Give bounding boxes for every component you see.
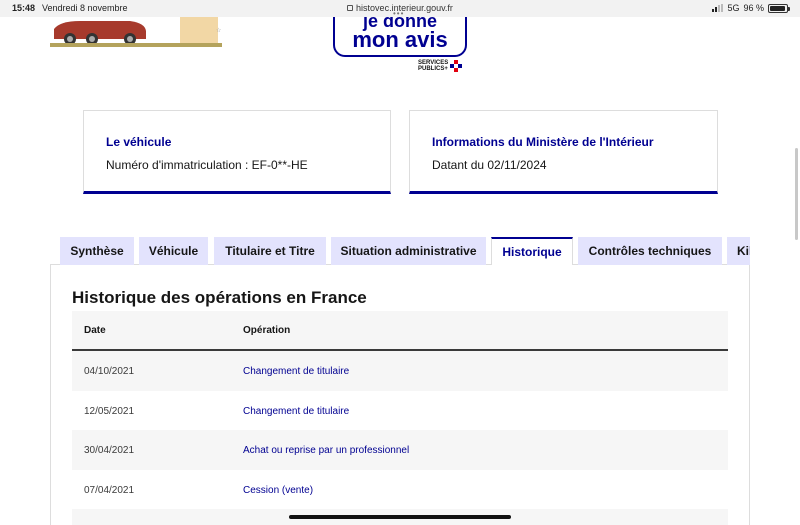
ministry-card: Informations du Ministère de l'Intérieur… bbox=[409, 110, 718, 194]
svg-text:☆: ☆ bbox=[216, 27, 221, 34]
table-row: 30/04/2021 Achat ou reprise par un profe… bbox=[72, 430, 728, 470]
row-operation-link[interactable]: Changement de titulaire bbox=[243, 406, 349, 417]
tab-situation[interactable]: Situation administrative bbox=[331, 237, 486, 265]
vehicle-card: Le véhicule Numéro d'immatriculation : E… bbox=[83, 110, 391, 194]
row-operation-link[interactable]: Achat ou reprise par un professionnel bbox=[243, 445, 409, 456]
give-feedback-button[interactable]: je donne mon avis bbox=[333, 17, 467, 57]
tab-controles[interactable]: Contrôles techniques bbox=[578, 237, 722, 265]
row-date: 30/04/2021 bbox=[84, 445, 135, 456]
feedback-button-label: mon avis bbox=[352, 27, 448, 52]
column-header-operation: Opération bbox=[243, 325, 291, 336]
vehicle-card-title: Le véhicule bbox=[106, 135, 172, 149]
address-url: histovec.interieur.gouv.fr bbox=[356, 3, 453, 13]
table-row: 04/10/2021 Changement de titulaire bbox=[72, 351, 728, 391]
plus-logo-icon bbox=[450, 60, 463, 72]
services-publics-logo: SERVICES PUBLICS+ bbox=[418, 60, 463, 72]
table-row: 12/05/2021 Changement de titulaire bbox=[72, 390, 728, 430]
row-date: 04/10/2021 bbox=[84, 366, 135, 377]
network-label: 5G bbox=[727, 3, 740, 13]
row-operation-link[interactable]: Cession (vente) bbox=[243, 485, 313, 496]
battery-icon bbox=[768, 3, 790, 13]
history-table: Date Opération 04/10/2021 Changement de … bbox=[72, 311, 728, 525]
row-operation-link[interactable]: Changement de titulaire bbox=[243, 366, 349, 377]
tab-vehicule[interactable]: Véhicule bbox=[139, 237, 208, 265]
row-date: 07/04/2021 bbox=[84, 484, 135, 496]
ministry-card-title: Informations du Ministère de l'Intérieur bbox=[432, 135, 654, 149]
car-illustration: ☆ bbox=[50, 17, 222, 47]
battery-percent: 96 % bbox=[743, 3, 764, 13]
row-date: 12/05/2021 bbox=[84, 405, 135, 417]
data-date: Datant du 02/11/2024 bbox=[432, 158, 547, 172]
home-indicator[interactable] bbox=[289, 515, 511, 519]
section-title: Historique des opérations en France bbox=[72, 288, 367, 307]
tab-synthese[interactable]: Synthèse bbox=[60, 237, 134, 265]
signal-icon bbox=[712, 4, 724, 12]
table-row: 07/04/2021 Cession (vente) bbox=[72, 469, 728, 509]
status-indicators: 5G 96 % bbox=[712, 3, 790, 13]
lock-icon bbox=[347, 5, 354, 11]
registration-number: Numéro d'immatriculation : EF-0**-HE bbox=[106, 158, 308, 172]
table-header: Date Opération bbox=[72, 311, 728, 351]
tab-kilometrage[interactable]: Kilométrage bbox=[727, 237, 750, 265]
tab-titulaire[interactable]: Titulaire et Titre bbox=[214, 237, 326, 265]
column-header-date: Date bbox=[84, 325, 106, 336]
page-scrollbar[interactable] bbox=[795, 148, 798, 240]
tab-historique[interactable]: Historique bbox=[491, 237, 573, 265]
tab-bar: Synthèse Véhicule Titulaire et Titre Sit… bbox=[60, 237, 750, 265]
